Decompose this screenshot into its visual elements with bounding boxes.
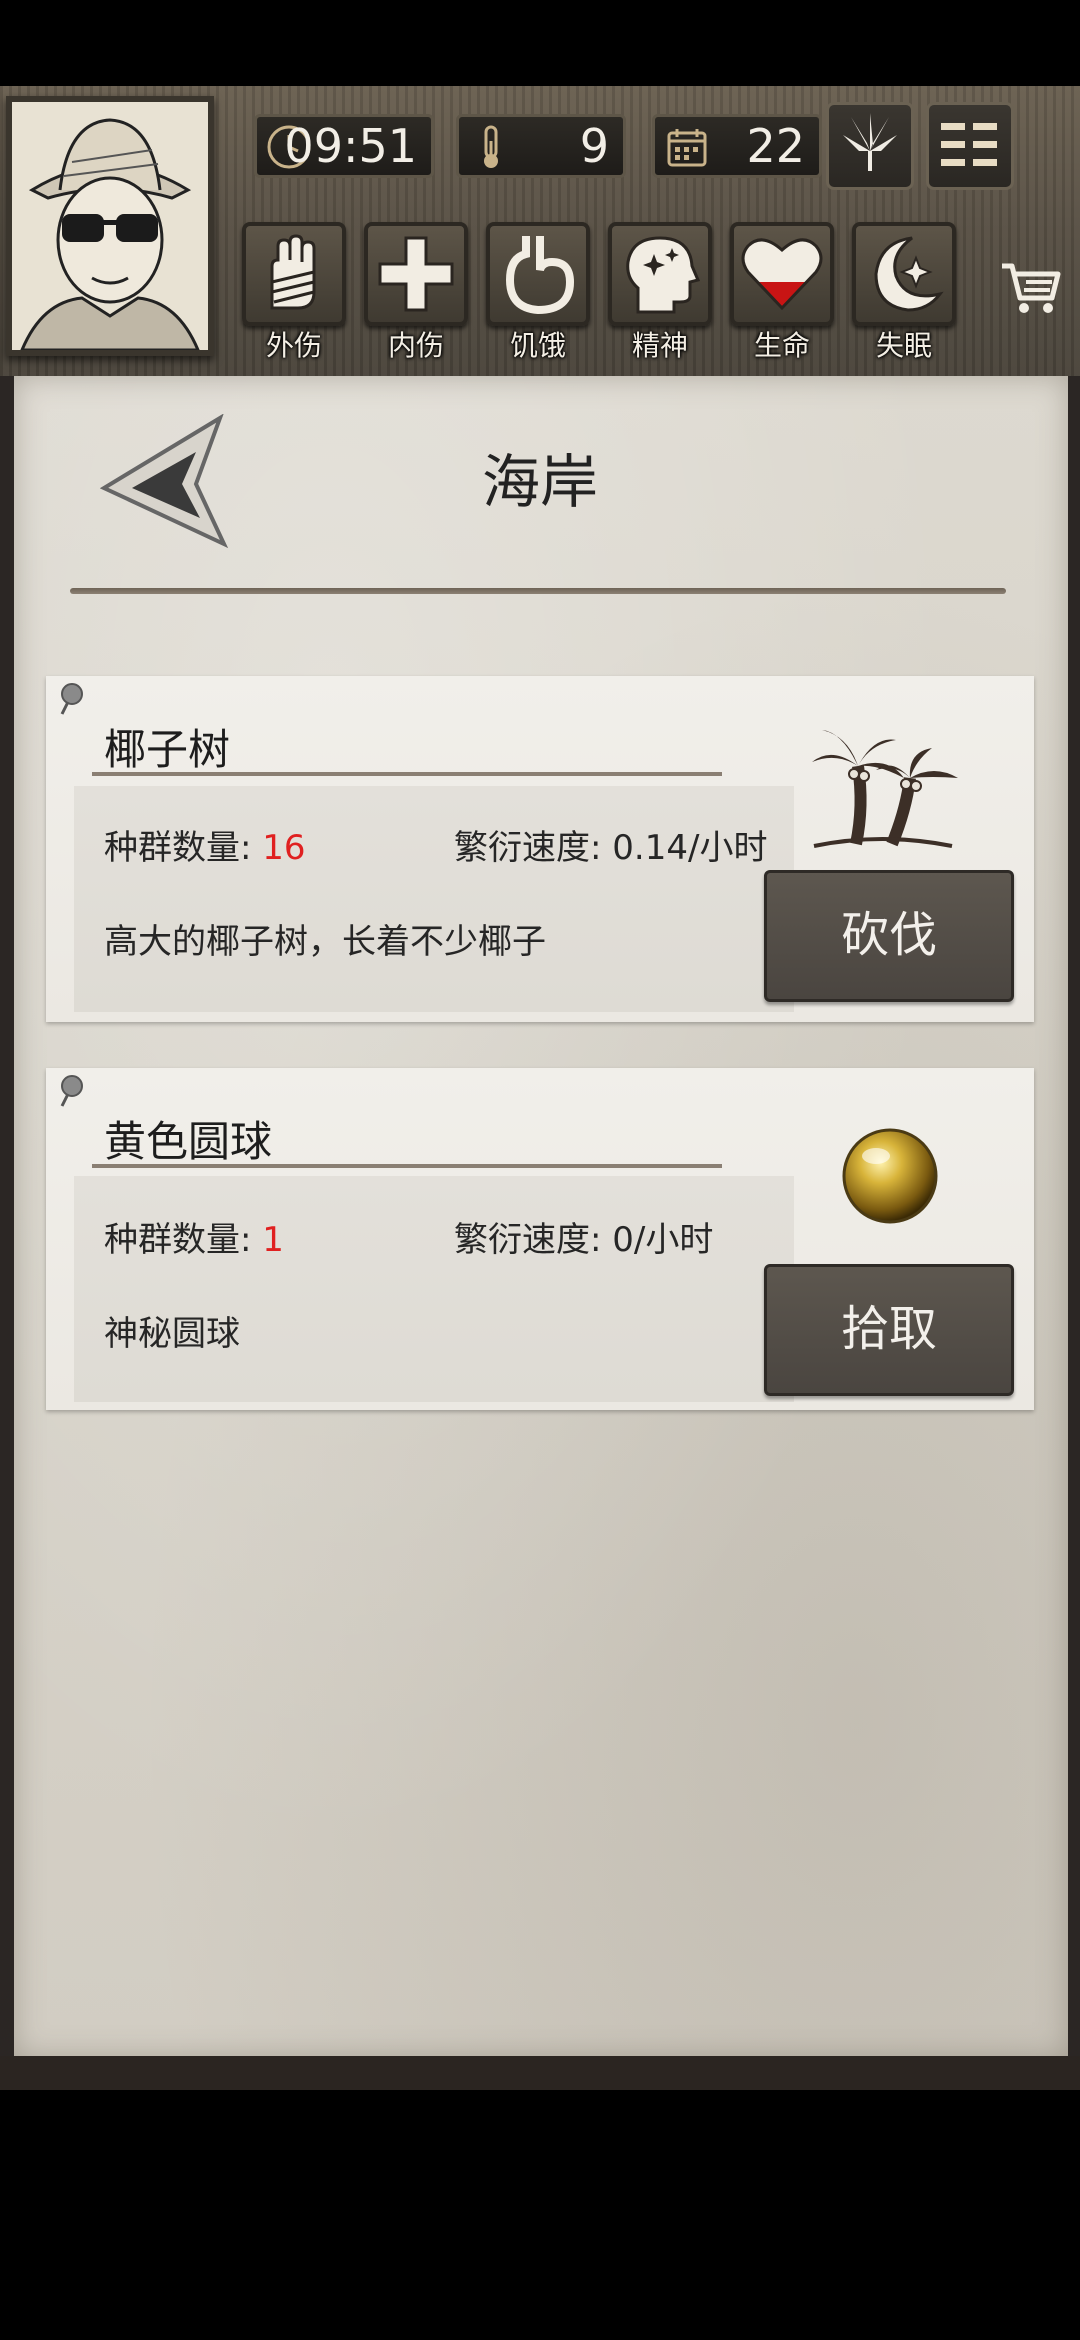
growth-label: 繁衍速度: (454, 828, 602, 868)
yellow-orb-icon (842, 1128, 938, 1224)
heart-icon (741, 238, 823, 311)
moon-star-icon (874, 236, 944, 312)
menu-icon (941, 123, 997, 166)
shop-cart-button[interactable] (996, 252, 1066, 322)
status-health[interactable] (730, 222, 834, 326)
calendar-icon (667, 129, 707, 167)
status-insomnia[interactable] (852, 222, 956, 326)
cart-icon (1002, 263, 1061, 313)
chop-button[interactable]: 砍伐 (764, 870, 1014, 1002)
name-underline (92, 1164, 722, 1168)
time-value: 09:51 (284, 119, 417, 173)
back-arrow-icon (99, 413, 229, 549)
growth-label: 繁衍速度: (454, 1220, 602, 1260)
name-underline (92, 772, 722, 776)
menu-button[interactable] (926, 102, 1014, 190)
player-avatar-icon (12, 102, 208, 350)
status-label: 饥饿 (509, 329, 566, 362)
status-label: 内伤 (387, 329, 444, 362)
pick-up-button[interactable]: 拾取 (764, 1264, 1014, 1396)
temperature-value: 9 (579, 119, 609, 173)
resource-card: 黄色圆球 种群数量: 1 繁衍速度: 0/小时 神秘圆球 拾取 (46, 1068, 1034, 1410)
frame-left (0, 376, 14, 2058)
population-label: 种群数量: (104, 828, 252, 868)
population-stat: 种群数量: 1 (104, 1212, 284, 1261)
growth-stat: 繁衍速度: 0/小时 (454, 1212, 713, 1261)
population-value: 1 (262, 1220, 284, 1260)
cross-icon (378, 236, 454, 312)
status-label: 失眠 (875, 329, 932, 362)
bandaged-hand-icon (270, 234, 316, 310)
population-label: 种群数量: (104, 1220, 252, 1260)
page-title: 海岸 (481, 448, 598, 516)
resource-name: 椰子树 (104, 725, 231, 774)
temperature-display: 9 (456, 114, 626, 178)
resource-name: 黄色圆球 (104, 1117, 273, 1166)
frame-right (1068, 376, 1080, 2058)
growth-stat: 繁衍速度: 0.14/小时 (454, 820, 767, 869)
status-label: 生命 (753, 329, 810, 362)
back-button[interactable] (99, 413, 232, 554)
growth-value: 0/小时 (612, 1220, 714, 1260)
player-portrait[interactable] (6, 96, 214, 356)
growth-value: 0.14/小时 (612, 828, 768, 868)
resource-info-panel (74, 1176, 794, 1402)
resource-description: 高大的椰子树，长着不少椰子 (104, 922, 546, 962)
status-mental[interactable] (608, 222, 712, 326)
population-value: 16 (262, 828, 306, 868)
status-hunger[interactable] (486, 222, 590, 326)
title-divider (70, 588, 1006, 594)
population-stat: 种群数量: 16 (104, 820, 306, 869)
thermometer-icon (484, 125, 498, 168)
crafting-button[interactable] (826, 102, 914, 190)
palm-tree-icon (812, 730, 958, 848)
resource-description: 神秘圆球 (104, 1314, 240, 1354)
status-internal-injury[interactable] (364, 222, 468, 326)
day-display: 22 (652, 114, 822, 178)
resource-card: 椰子树 种群数量: 16 繁衍速度: 0.14/小时 高大的椰子树，长着不少椰子… (46, 676, 1034, 1022)
status-label: 外伤 (265, 329, 322, 362)
status-external-injury[interactable] (242, 222, 346, 326)
leaf-icon (843, 113, 897, 171)
stomach-icon (505, 236, 575, 315)
pin-icon (60, 683, 83, 715)
frame-bottom (0, 2056, 1080, 2090)
status-label: 精神 (631, 329, 688, 362)
pin-icon (60, 1075, 83, 1107)
head-sparkle-icon (626, 236, 701, 314)
day-value: 22 (746, 119, 805, 173)
time-display: 09:51 (254, 114, 434, 178)
